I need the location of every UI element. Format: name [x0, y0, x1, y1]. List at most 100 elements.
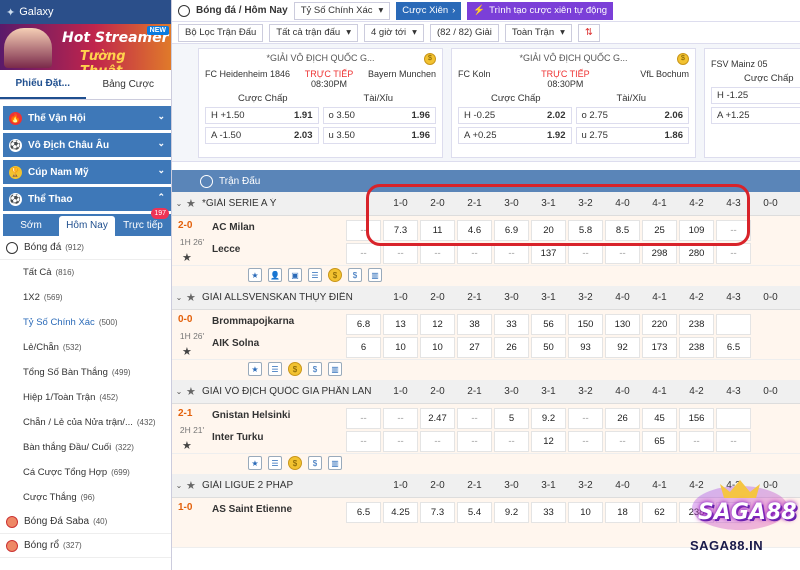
odds-cell[interactable]: 5.4 [457, 502, 492, 523]
odds-cell[interactable]: u 2.75 1.86 [575, 127, 689, 144]
odds-cell[interactable]: 50 [531, 337, 566, 358]
sidebar-sub-item[interactable]: Lẻ/Chẵn (532) [0, 335, 171, 360]
odds-cell[interactable]: 220 [642, 314, 677, 335]
odds-cell[interactable]: 9.2 [531, 408, 566, 429]
tab-live[interactable]: Trực tiếp 197 [115, 208, 171, 236]
sidebar-sub-item[interactable]: Tỷ Số Chính Xác (500) [0, 310, 171, 335]
odds-cell[interactable]: 130 [605, 314, 640, 335]
match-card[interactable]: *GIẢI VÔ ĐỊCH QUỐC G... $ FC Koln TRỰC TIẾP… [451, 48, 696, 158]
star-icon[interactable]: ★ [186, 479, 200, 492]
filter-matches[interactable]: Bộ Lọc Trận Đấu [178, 23, 264, 42]
category-olympics[interactable]: 🔥 Thế Vận Hội ⌄ [3, 106, 171, 130]
odds-cell[interactable]: 56 [531, 314, 566, 335]
odds-cell[interactable]: 137 [531, 243, 566, 264]
coin-icon[interactable]: $ [328, 268, 342, 282]
filter-time[interactable]: 4 giờ tới ▾ [363, 23, 424, 42]
odds-cell[interactable]: 173 [642, 337, 677, 358]
caret-down-icon[interactable]: ⌄ [172, 293, 186, 302]
coin-icon[interactable]: $ [288, 456, 302, 470]
chart-icon[interactable]: ▥ [368, 268, 382, 282]
odds-cell[interactable]: 6.8 [346, 314, 381, 335]
odds-cell[interactable]: 33 [494, 314, 529, 335]
star-icon[interactable]: ★ [248, 268, 262, 282]
tab-bet-slip[interactable]: Phiếu Đặt... [0, 70, 86, 99]
odds-cell[interactable]: 238 [679, 337, 714, 358]
odds-cell[interactable]: 298 [642, 243, 677, 264]
sidebar-sub-item[interactable]: Chẵn / Lẻ của Nửa trận/... (432) [0, 410, 171, 435]
sidebar-sub-item[interactable]: Cược Thắng (96) [0, 485, 171, 510]
league-header[interactable]: ⌄ ★ GIẢI VÔ ĐỊCH QUỐC GIA PHẦN LAN 1-0 2-0 2-… [172, 380, 800, 404]
tab-early[interactable]: Sớm [3, 216, 59, 236]
sport-basketball[interactable]: Bóng rổ (327) [0, 534, 171, 558]
tab-bet-list[interactable]: Bảng Cược [86, 70, 172, 99]
chart-icon[interactable]: ▥ [328, 362, 342, 376]
stats-icon[interactable]: ☰ [308, 268, 322, 282]
cashout-icon[interactable]: $ [348, 268, 362, 282]
auto-parlay-button[interactable]: ⚡ Trình tạo cược xiên tự động [467, 1, 614, 20]
caret-down-icon[interactable]: ⌄ [172, 387, 186, 396]
odds-cell[interactable]: H -1.25 [711, 87, 800, 104]
sidebar-sub-item[interactable]: Hiệp 1/Toàn Trận (452) [0, 385, 171, 410]
odds-cell[interactable]: 150 [568, 314, 603, 335]
sidebar-sub-item[interactable]: Tất Cả (816) [0, 260, 171, 285]
odds-cell[interactable]: 93 [568, 337, 603, 358]
tab-today[interactable]: Hôm Nay [59, 216, 115, 236]
match-card[interactable]: *GIẢI VÔ ĐỊCH QUỐC G... $ FC Heidenheim 18… [198, 48, 443, 158]
odds-cell[interactable]: 26 [605, 408, 640, 429]
category-copa[interactable]: 🏆 Cúp Nam Mỹ ⌄ [3, 160, 171, 184]
odds-cell[interactable]: A -1.50 2.03 [205, 127, 319, 144]
odds-cell[interactable]: o 2.75 2.06 [575, 107, 689, 124]
odds-cell[interactable]: 9.2 [494, 502, 529, 523]
sidebar-sub-item[interactable]: Bàn thắng Đầu/ Cuối (322) [0, 435, 171, 460]
tv-icon[interactable]: ▣ [288, 268, 302, 282]
odds-cell[interactable]: 27 [457, 337, 492, 358]
league-header[interactable]: ⌄ ★ GIẢI ALLSVENSKAN THỤY ĐIỂN 1-0 2-0 2-1 3-0… [172, 286, 800, 310]
odds-cell[interactable]: 5 [494, 408, 529, 429]
favorite-icon[interactable]: ★ [178, 439, 212, 452]
odds-cell[interactable]: 6.5 [716, 337, 751, 358]
odds-cell[interactable]: 280 [679, 243, 714, 264]
match-card[interactable]: $FSV Mainz 05Cược ChấpH -1.25A +1.25 [704, 48, 800, 158]
favorite-icon[interactable]: ★ [178, 345, 212, 358]
odds-cell[interactable]: 2.47 [420, 408, 455, 429]
coin-icon[interactable]: $ [288, 362, 302, 376]
odds-cell[interactable]: 33 [531, 502, 566, 523]
cashout-icon[interactable]: $ [308, 362, 322, 376]
odds-cell[interactable]: 38 [457, 314, 492, 335]
odds-cell[interactable]: 12 [420, 314, 455, 335]
sidebar-sub-item[interactable]: 1X2 (569) [0, 285, 171, 310]
category-euro[interactable]: ⚽ Vô Địch Châu Âu ⌄ [3, 133, 171, 157]
odds-cell[interactable]: 10 [568, 502, 603, 523]
odds-cell[interactable]: 6.5 [346, 502, 381, 523]
odds-cell[interactable]: 156 [679, 408, 714, 429]
promo-banner[interactable]: Hot Streamer Tường Thuật NEW [0, 24, 171, 70]
filter-leagues[interactable]: (82 / 82) Giải [429, 23, 499, 42]
odds-cell[interactable]: 6 [346, 337, 381, 358]
caret-down-icon[interactable]: ⌄ [172, 481, 186, 490]
sidebar-sub-item[interactable]: Tổng Số Bàn Thắng (499) [0, 360, 171, 385]
cashout-icon[interactable]: $ [308, 456, 322, 470]
chart-icon[interactable]: ▥ [328, 456, 342, 470]
favorite-icon[interactable]: ★ [178, 251, 212, 264]
odds-cell[interactable]: H -0.25 2.02 [458, 107, 572, 124]
odds-cell[interactable]: 26 [494, 337, 529, 358]
odds-cell[interactable]: 45 [642, 408, 677, 429]
sport-saba[interactable]: Bóng Đá Saba (40) [0, 510, 171, 534]
odds-cell[interactable]: o 3.50 1.96 [322, 107, 436, 124]
odds-cell[interactable]: 7.3 [420, 502, 455, 523]
category-sports[interactable]: ⚽ Thể Thao ⌃ [3, 187, 171, 211]
odds-cell[interactable]: 10 [383, 337, 418, 358]
market-select[interactable]: Tỷ Số Chính Xác ▾ [293, 1, 391, 20]
odds-cell[interactable]: 13 [383, 314, 418, 335]
odds-cell[interactable]: 92 [605, 337, 640, 358]
odds-cell[interactable]: H +1.50 1.91 [205, 107, 319, 124]
caret-down-icon[interactable]: ⌄ [172, 199, 186, 208]
odds-cell[interactable]: A +0.25 1.92 [458, 127, 572, 144]
odds-cell[interactable]: 238 [679, 314, 714, 335]
stats-icon[interactable]: ☰ [268, 456, 282, 470]
odds-cell[interactable]: 65 [642, 431, 677, 452]
filter-period[interactable]: Toàn Trận ▾ [504, 23, 572, 42]
sport-football[interactable]: Bóng đá (912) [0, 236, 171, 260]
stats-icon[interactable]: ☰ [268, 362, 282, 376]
odds-cell[interactable]: 62 [642, 502, 677, 523]
